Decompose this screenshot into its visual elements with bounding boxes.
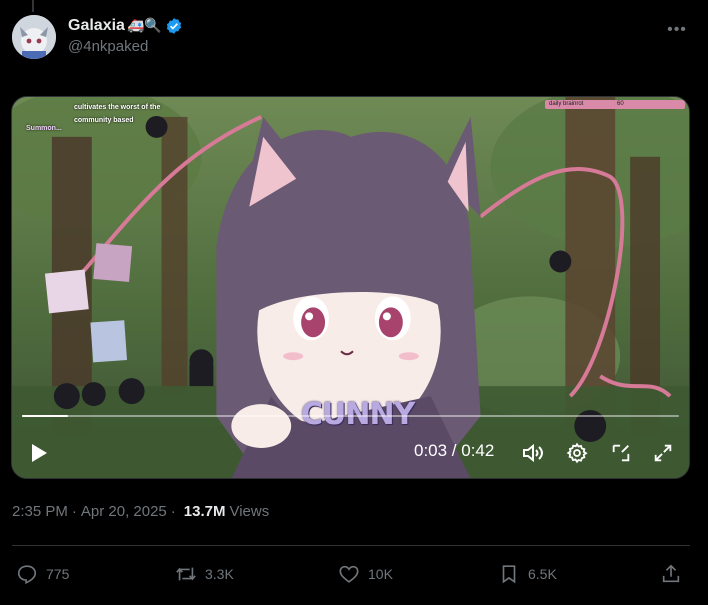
views-count: 13.7M <box>183 503 226 520</box>
reply-count: 775 <box>46 566 70 582</box>
tweet-date[interactable]: Apr 20, 2025 <box>81 503 167 520</box>
bookmark-button[interactable]: 6.5K <box>498 556 557 592</box>
thread-line <box>32 0 34 12</box>
user-handle[interactable]: @4nkpaked <box>68 38 183 55</box>
fullscreen-icon[interactable] <box>650 440 676 466</box>
bookmark-count: 6.5K <box>528 566 557 582</box>
overlay-summon-text: Summon... <box>26 125 62 132</box>
like-button[interactable]: 10K <box>338 556 393 592</box>
tweet-meta: 2:35 PM · Apr 20, 2025 · 13.7M Views <box>12 503 269 520</box>
video-player[interactable]: cultivates the worst of the community ba… <box>11 96 690 479</box>
heart-icon <box>339 565 359 583</box>
play-icon[interactable] <box>26 440 52 466</box>
display-name[interactable]: Galaxia <box>68 17 125 35</box>
overlay-bar-value: 60 <box>617 101 624 107</box>
reply-icon <box>17 565 37 584</box>
overlay-chat-text: cultivates the worst of the community ba… <box>74 104 161 124</box>
reply-button[interactable]: 775 <box>16 556 69 592</box>
verified-badge-icon[interactable] <box>165 17 183 35</box>
picture-in-picture-icon[interactable] <box>608 440 634 466</box>
video-progress-track[interactable] <box>22 415 679 417</box>
repost-button[interactable]: 3.3K <box>175 556 234 592</box>
video-time: 0:03 / 0:42 <box>414 441 495 460</box>
share-icon <box>662 564 680 583</box>
meta-separator: · <box>71 503 77 520</box>
repost-count: 3.3K <box>205 566 234 582</box>
more-options-icon[interactable]: ••• <box>664 17 690 43</box>
tweet-header: Galaxia 🚑🔍 @4nkpaked ••• <box>12 15 696 67</box>
overlay-bar-label: daily brainrot <box>549 101 584 107</box>
share-button[interactable] <box>660 556 682 592</box>
name-emoji: 🚑🔍 <box>126 18 162 34</box>
settings-gear-icon[interactable] <box>564 440 590 466</box>
tweet-time[interactable]: 2:35 PM <box>12 503 68 520</box>
volume-icon[interactable] <box>520 440 546 466</box>
like-count: 10K <box>368 566 393 582</box>
bookmark-icon <box>502 565 516 584</box>
overlay-progress-bar: daily brainrot 60 <box>545 100 685 109</box>
meta-separator: · <box>170 503 176 520</box>
action-bar: 775 3.3K 10K 6.5K <box>12 556 690 592</box>
divider <box>12 545 690 546</box>
video-caption-text: CUNNY <box>301 397 415 432</box>
avatar[interactable] <box>12 15 56 59</box>
video-progress-fill <box>22 415 68 417</box>
views-label: Views <box>229 503 270 520</box>
repost-icon <box>176 567 196 581</box>
